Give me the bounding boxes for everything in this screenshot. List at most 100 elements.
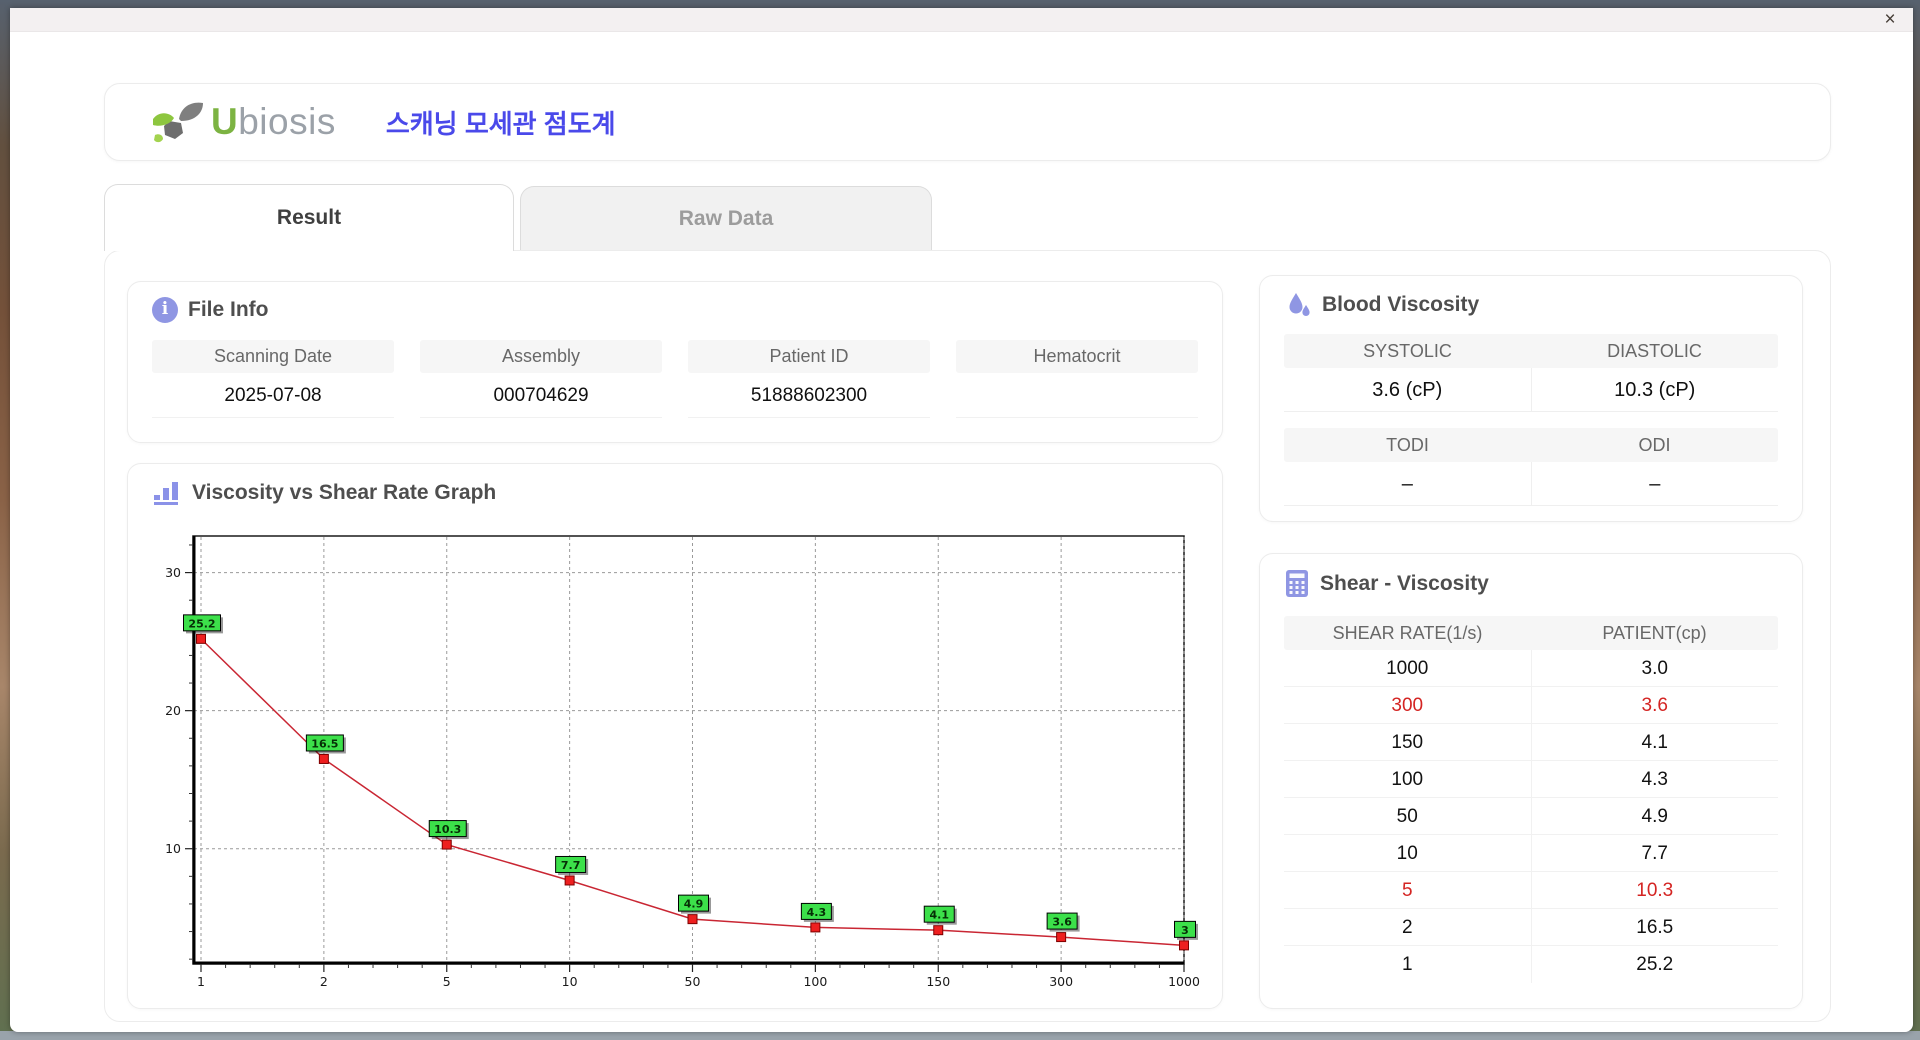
shear-viscosity-row: 150 4.1: [1284, 724, 1778, 761]
point-label-text: 10.3: [434, 823, 461, 836]
patient-viscosity-value: 25.2: [1530, 946, 1779, 983]
blood-viscosity-title: Blood Viscosity: [1322, 293, 1480, 316]
droplets-icon: [1289, 293, 1310, 316]
shear-rate-value: 50: [1396, 806, 1418, 827]
graph-title: Viscosity vs Shear Rate Graph: [192, 480, 497, 504]
close-icon[interactable]: ×: [1879, 8, 1901, 32]
data-point-marker: [196, 633, 206, 644]
table-value-row: – –: [1284, 462, 1778, 506]
file-info-col-hematocrit: Hematocrit: [956, 340, 1198, 418]
patient-viscosity-value: 16.5: [1530, 909, 1779, 945]
data-point-marker: [318, 753, 329, 764]
shear-table-header-row: SHEAR RATE(1/s) PATIENT(cp): [1284, 616, 1778, 650]
app-title: 스캐닝 모세관 점도계: [385, 108, 616, 139]
calculator-icon: [1286, 570, 1308, 597]
shear-viscosity-header: Shear - Viscosity: [1284, 569, 1489, 599]
shear-rate-value: 1000: [1386, 658, 1429, 679]
point-label-text: 4.1: [930, 909, 950, 922]
field-value: 000704629: [420, 373, 662, 418]
x-tick-label: 1: [197, 974, 205, 989]
diastolic-value: 10.3 (cP): [1530, 368, 1779, 411]
shear-viscosity-row: 5 10.3: [1284, 872, 1778, 909]
y-tick-label: 10: [165, 841, 181, 856]
x-tick-label: 50: [685, 974, 701, 989]
file-info-col-assembly: Assembly 000704629: [420, 340, 662, 418]
point-label-text: 4.9: [684, 898, 704, 911]
shear-viscosity-row: 2 16.5: [1284, 909, 1778, 946]
ubiosis-logo: U biosis: [151, 99, 336, 145]
file-info-header: i File Info: [152, 297, 269, 323]
patient-viscosity-value: 10.3: [1530, 872, 1779, 908]
table-value-row: 3.6 (cP) 10.3 (cP): [1284, 368, 1778, 412]
shear-viscosity-row: 100 4.3: [1284, 761, 1778, 798]
field-label: Hematocrit: [956, 340, 1198, 373]
logo-text-biosis: biosis: [238, 101, 336, 142]
diastolic-header: DIASTOLIC: [1607, 341, 1702, 361]
file-info-card: i File Info Scanning Date 2025-07-08 Ass…: [127, 281, 1223, 443]
odi-header: ODI: [1638, 435, 1671, 455]
shear-viscosity-card: Shear - Viscosity SHEAR RATE(1/s) PATIEN…: [1259, 553, 1803, 1009]
field-value: [956, 373, 1198, 418]
todi-header: TODI: [1386, 435, 1429, 455]
todi-odi-table: TODI ODI – –: [1284, 428, 1778, 506]
field-label: Patient ID: [688, 340, 930, 373]
blood-viscosity-header: Blood Viscosity: [1284, 291, 1479, 319]
taskbar-strip: [0, 1031, 1920, 1040]
data-point-marker: [810, 922, 821, 933]
shear-rate-value: 150: [1391, 732, 1424, 753]
tab-raw-data[interactable]: Raw Data: [520, 186, 932, 250]
shear-rate-value: 2: [1401, 917, 1413, 938]
logo-text-u: U: [211, 101, 239, 142]
shear-viscosity-row: 1000 3.0: [1284, 650, 1778, 687]
patient-column-header: PATIENT(cp): [1602, 623, 1707, 643]
x-tick-label: 100: [803, 974, 827, 989]
file-info-title: File Info: [188, 298, 269, 321]
info-icon: i: [152, 297, 178, 323]
patient-viscosity-value: 4.9: [1530, 798, 1779, 834]
graph-card: 10 20 30 1 2 5 10 50 100 150 300 1000 25.2 16.5 10.3 7.…: [127, 463, 1223, 1009]
x-tick-label: 10: [562, 974, 578, 989]
blood-viscosity-card: Blood Viscosity SYSTOLIC DIASTOLIC 3.6 (…: [1259, 275, 1803, 522]
patient-viscosity-value: 4.1: [1530, 724, 1779, 760]
shear-rate-value: 1: [1401, 954, 1413, 975]
shear-viscosity-row: 300 3.6: [1284, 687, 1778, 724]
graph-header: Viscosity vs Shear Rate Graph: [152, 479, 496, 506]
table-header-row: SYSTOLIC DIASTOLIC: [1284, 334, 1778, 368]
leaf-logo-icon: [153, 102, 203, 143]
file-info-col-scanning-date: Scanning Date 2025-07-08: [152, 340, 394, 418]
systolic-header: SYSTOLIC: [1363, 341, 1452, 361]
window-titlebar: ×: [10, 8, 1913, 32]
point-label-text: 7.7: [561, 859, 581, 872]
table-header-row: TODI ODI: [1284, 428, 1778, 462]
field-label: Assembly: [420, 340, 662, 373]
systolic-diastolic-table: SYSTOLIC DIASTOLIC 3.6 (cP) 10.3 (cP): [1284, 334, 1778, 412]
shear-viscosity-row: 1 25.2: [1284, 946, 1778, 983]
point-label-text: 25.2: [188, 617, 215, 630]
patient-viscosity-value: 7.7: [1530, 835, 1779, 871]
point-label-text: 4.3: [807, 906, 827, 919]
field-value: 2025-07-08: [152, 373, 394, 418]
app-window: × U biosis 스캐닝 모세관 점도계 Result Raw Data i…: [10, 8, 1913, 1032]
x-tick-label: 150: [926, 974, 950, 989]
shear-rate-value: 5: [1401, 880, 1413, 901]
tab-result[interactable]: Result: [104, 184, 514, 251]
field-label: Scanning Date: [152, 340, 394, 373]
odi-value: –: [1530, 462, 1779, 505]
file-info-col-patient-id: Patient ID 51888602300: [688, 340, 930, 418]
x-tick-label: 300: [1049, 974, 1073, 989]
data-point-marker: [1179, 940, 1189, 951]
shear-rate-column-header: SHEAR RATE(1/s): [1332, 623, 1483, 643]
bar-chart-icon: [154, 482, 178, 505]
app-header: U biosis 스캐닝 모세관 점도계: [104, 83, 1831, 161]
data-point-marker: [1056, 932, 1067, 943]
x-tick-label: 5: [443, 974, 451, 989]
x-tick-label: 1000: [1168, 974, 1200, 989]
file-info-grid: Scanning Date 2025-07-08 Assembly 000704…: [152, 340, 1198, 418]
todi-value: –: [1401, 473, 1413, 495]
y-tick-label: 30: [165, 565, 181, 580]
point-label-text: 3: [1181, 924, 1189, 937]
data-point-marker: [441, 839, 452, 850]
data-point-marker: [687, 914, 698, 925]
x-tick-label: 2: [320, 974, 328, 989]
shear-viscosity-row: 10 7.7: [1284, 835, 1778, 872]
